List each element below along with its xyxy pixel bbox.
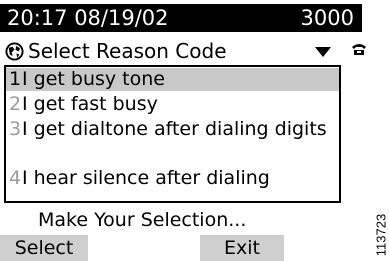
popup-title: Select Reason Code	[28, 39, 227, 63]
list-item-label: I get fast busy	[22, 93, 158, 115]
status-extension: 3000	[300, 6, 354, 30]
globe-icon	[5, 42, 24, 61]
list-item-number: 1	[9, 68, 22, 90]
list-item-number: 4	[9, 167, 22, 189]
reason-code-list: 1 I get busy tone 2 I get fast busy 3 I …	[4, 65, 341, 203]
list-item-label: I hear silence after dialing	[22, 167, 270, 189]
list-item-label: I get busy tone	[22, 68, 165, 90]
list-item-2[interactable]: 2 I get fast busy	[6, 93, 339, 116]
exit-softkey[interactable]: Exit	[200, 235, 284, 261]
status-bar: 20:17 08/19/02 3000	[0, 4, 362, 32]
list-item-label: I get dialtone after dialing digits	[22, 118, 327, 140]
list-item-4[interactable]: 4 I hear silence after dialing	[6, 167, 339, 190]
list-item-3[interactable]: 3 I get dialtone after dialing digits	[6, 118, 339, 164]
figure-number-text: 113723	[373, 213, 388, 256]
select-softkey[interactable]: Select	[0, 235, 88, 261]
list-item-1[interactable]: 1 I get busy tone	[6, 68, 339, 91]
chevron-down-icon[interactable]	[315, 47, 331, 57]
list-item-number: 3	[9, 118, 22, 140]
selection-prompt: Make Your Selection...	[38, 209, 247, 231]
status-time-date: 20:17 08/19/02	[7, 6, 169, 30]
list-item-number: 2	[9, 93, 22, 115]
phone-screen: 20:17 08/19/02 3000 Select Reason Code 1…	[0, 0, 366, 261]
phone-icon	[352, 44, 366, 55]
figure-number: 113723	[372, 208, 389, 261]
popup-header: Select Reason Code	[0, 36, 345, 66]
